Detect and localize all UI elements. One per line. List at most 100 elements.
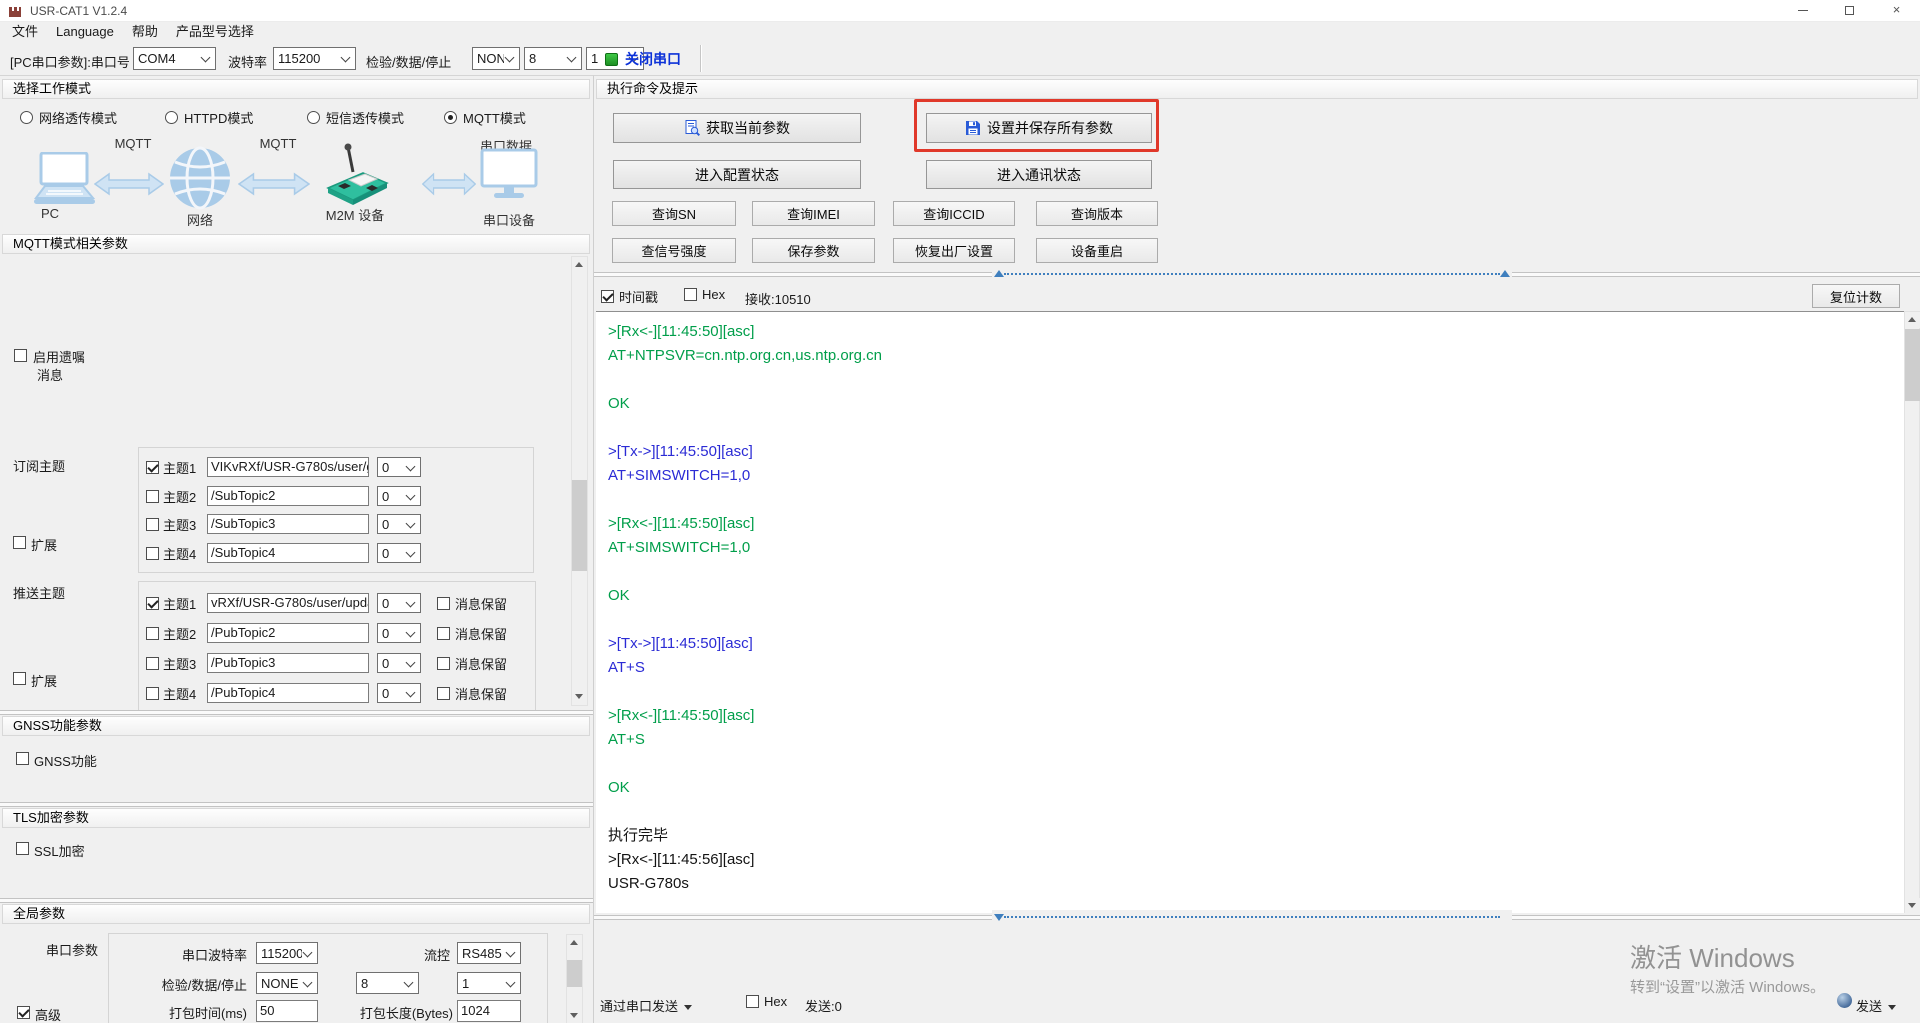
pub-topic-qos-select-1[interactable]: 0 <box>377 593 421 613</box>
timestamp-checkbox[interactable] <box>601 290 614 303</box>
sub-topic-input-1[interactable]: VIKvRXf/USR-G780s/user/get <box>207 457 369 477</box>
log-hex-toggle[interactable]: Hex <box>684 287 725 302</box>
scroll-up-icon[interactable] <box>567 935 582 951</box>
menu-item-2[interactable]: 帮助 <box>123 22 167 42</box>
log-hex-checkbox[interactable] <box>684 288 697 301</box>
pub-topic-retain-checkbox-1[interactable] <box>437 597 450 610</box>
pub-topic-input-4[interactable]: /PubTopic4 <box>207 683 369 703</box>
pub-topic-retain-checkbox-4[interactable] <box>437 687 450 700</box>
pack-length-input[interactable]: 1024 <box>457 1000 521 1022</box>
close-button[interactable]: × <box>1873 0 1920 22</box>
global-parity-label: 检验/数据/停止 <box>120 975 247 994</box>
advanced-checkbox[interactable] <box>17 1006 30 1019</box>
reset-count-button[interactable]: 复位计数 <box>1812 284 1900 308</box>
baud-select[interactable]: 115200 <box>273 47 356 70</box>
log-area[interactable]: >[Rx<-][11:45:50][asc]AT+NTPSVR=cn.ntp.o… <box>596 311 1904 913</box>
pub-topic-checkbox-4[interactable] <box>146 687 159 700</box>
will-message-checkbox[interactable] <box>14 349 27 362</box>
send-hex-toggle[interactable]: Hex <box>746 994 787 1009</box>
pub-topic-input-1[interactable]: vRXf/USR-G780s/user/update <box>207 593 369 613</box>
query-button-1[interactable]: 查询IMEI <box>752 201 875 226</box>
pub-topic-input-3[interactable]: /PubTopic3 <box>207 653 369 673</box>
sub-topic-input-2[interactable]: /SubTopic2 <box>207 486 369 506</box>
bottom-trackbar[interactable] <box>992 910 1512 924</box>
global-scrollbar[interactable] <box>566 934 583 1023</box>
enter-comm-button[interactable]: 进入通讯状态 <box>926 160 1152 189</box>
pub-topic-qos-select-4[interactable]: 0 <box>377 683 421 703</box>
databits-select[interactable]: 8 <box>524 47 582 70</box>
sub-topic-checkbox-4[interactable] <box>146 547 159 560</box>
send-hex-checkbox[interactable] <box>746 995 759 1008</box>
sub-topic-checkbox-2[interactable] <box>146 490 159 503</box>
com-port-select[interactable]: COM4 <box>133 47 216 70</box>
mqtt-scrollbar[interactable] <box>571 256 588 706</box>
query-button-2[interactable]: 查询ICCID <box>893 201 1015 226</box>
publish-expand-checkbox[interactable] <box>13 672 26 685</box>
pub-topic-input-2[interactable]: /PubTopic2 <box>207 623 369 643</box>
sub-topic-qos-select-3[interactable]: 0 <box>377 514 421 534</box>
pub-topic-checkbox-1[interactable] <box>146 597 159 610</box>
action-button-3[interactable]: 设备重启 <box>1036 238 1158 263</box>
pub-topic-qos-select-3[interactable]: 0 <box>377 653 421 673</box>
scroll-down-icon[interactable] <box>572 689 587 705</box>
chevron-down-icon <box>200 53 211 64</box>
action-button-1[interactable]: 保存参数 <box>752 238 875 263</box>
set-save-params-button[interactable]: 设置并保存所有参数 <box>926 113 1152 143</box>
action-button-0[interactable]: 查信号强度 <box>612 238 736 263</box>
menu-item-3[interactable]: 产品型号选择 <box>167 22 263 42</box>
work-mode-option-1[interactable]: HTTPD模式 <box>165 108 253 127</box>
sub-topic-checkbox-3[interactable] <box>146 518 159 531</box>
pack-time-input[interactable]: 50 <box>256 1000 318 1022</box>
action-button-2[interactable]: 恢复出厂设置 <box>893 238 1015 263</box>
work-mode-option-2[interactable]: 短信透传模式 <box>307 108 404 127</box>
query-button-0[interactable]: 查询SN <box>612 201 736 226</box>
sub-topic-qos-select-4[interactable]: 0 <box>377 543 421 563</box>
send-via-serial-dropdown[interactable]: 通过串口发送 <box>600 996 692 1015</box>
trackbar-thumb[interactable] <box>994 914 1004 921</box>
sub-topic-input-4[interactable]: /SubTopic4 <box>207 543 369 563</box>
scroll-down-icon[interactable] <box>1905 898 1920 914</box>
pub-topic-qos-select-2[interactable]: 0 <box>377 623 421 643</box>
gnss-enable-checkbox[interactable] <box>16 752 29 765</box>
work-mode-option-0[interactable]: 网络透传模式 <box>20 108 117 127</box>
global-stopbits-select[interactable]: 1 <box>457 972 521 994</box>
sub-topic-input-3[interactable]: /SubTopic3 <box>207 514 369 534</box>
menu-item-1[interactable]: Language <box>47 22 123 42</box>
log-line <box>608 800 1904 824</box>
top-trackbar[interactable] <box>992 267 1512 281</box>
scroll-up-icon[interactable] <box>572 257 587 273</box>
close-port-button[interactable]: 关闭串口 <box>605 47 681 71</box>
menu-item-0[interactable]: 文件 <box>3 22 47 42</box>
sub-topic-qos-select-2[interactable]: 0 <box>377 486 421 506</box>
global-parity-select[interactable]: NONE <box>256 972 318 994</box>
timestamp-toggle[interactable]: 时间戳 <box>601 287 658 306</box>
parity-select[interactable]: NONE <box>472 47 520 70</box>
subscribe-expand-checkbox[interactable] <box>13 536 26 549</box>
maximize-button[interactable] <box>1826 0 1873 22</box>
flow-control-label: 流控 <box>350 945 450 964</box>
scrollbar-thumb[interactable] <box>567 960 582 987</box>
scroll-down-icon[interactable] <box>567 1008 582 1023</box>
trackbar-thumb[interactable] <box>994 270 1004 277</box>
ssl-enable-checkbox[interactable] <box>16 842 29 855</box>
minimize-button[interactable] <box>1779 0 1826 22</box>
sub-topic-checkbox-1[interactable] <box>146 461 159 474</box>
sub-topic-qos-select-1[interactable]: 0 <box>377 457 421 477</box>
pub-topic-retain-checkbox-2[interactable] <box>437 627 450 640</box>
work-mode-option-3[interactable]: MQTT模式 <box>444 108 526 127</box>
flow-control-select[interactable]: RS485 <box>457 942 521 964</box>
enter-config-button[interactable]: 进入配置状态 <box>613 160 861 189</box>
work-mode-header: 选择工作模式 <box>2 79 590 99</box>
get-params-button[interactable]: 获取当前参数 <box>613 113 861 143</box>
pub-topic-retain-checkbox-3[interactable] <box>437 657 450 670</box>
scrollbar-thumb[interactable] <box>572 480 587 571</box>
global-databits-select[interactable]: 8 <box>356 972 419 994</box>
query-button-3[interactable]: 查询版本 <box>1036 201 1158 226</box>
scrollbar-thumb[interactable] <box>1905 329 1920 401</box>
pub-topic-checkbox-2[interactable] <box>146 627 159 640</box>
pub-topic-checkbox-3[interactable] <box>146 657 159 670</box>
log-scrollbar[interactable] <box>1904 311 1920 913</box>
global-baud-select[interactable]: 115200 <box>256 942 318 964</box>
send-button[interactable]: 发送 <box>1856 996 1896 1015</box>
scroll-up-icon[interactable] <box>1905 312 1920 328</box>
